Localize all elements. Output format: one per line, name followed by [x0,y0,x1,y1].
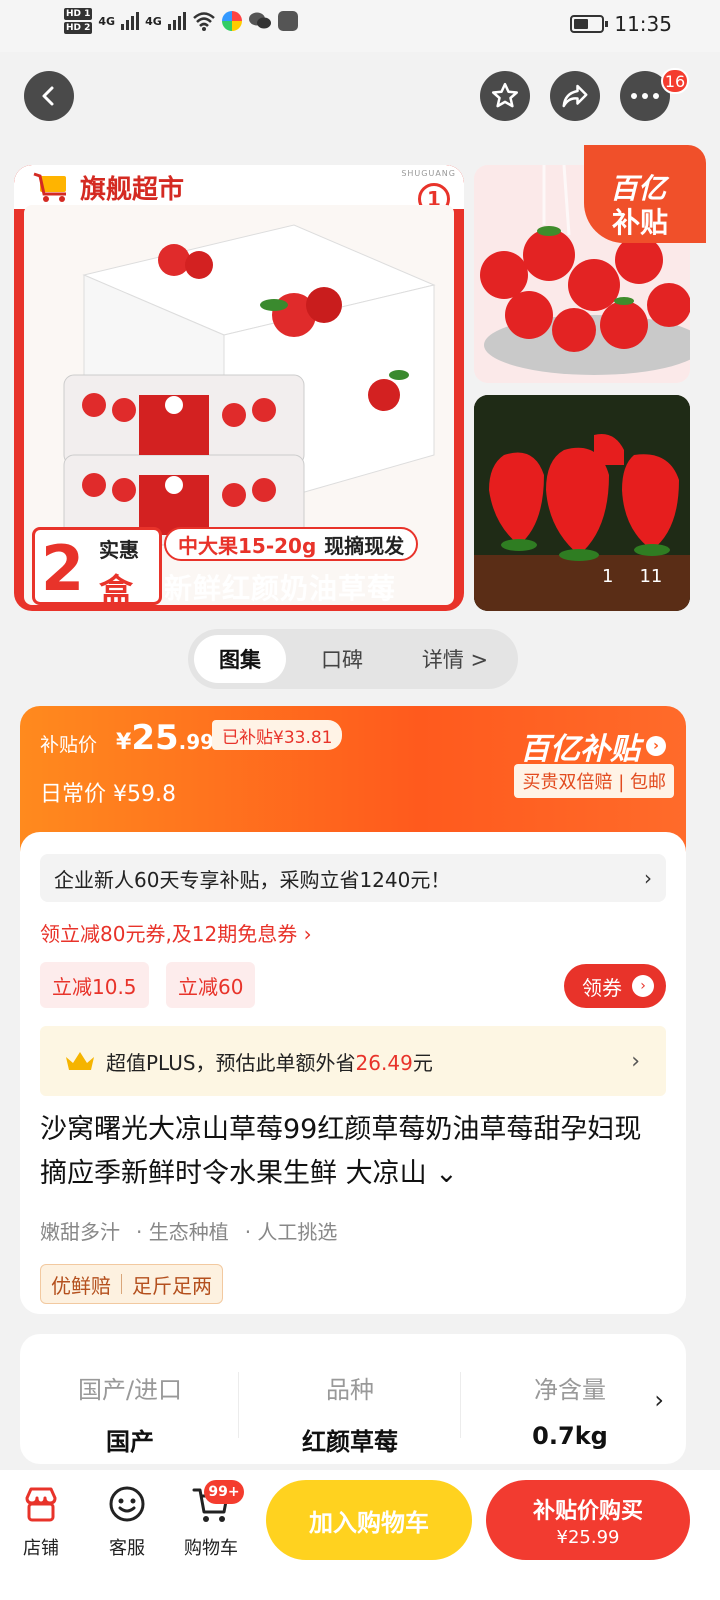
sim-indicator: HD 1 HD 2 [64,8,93,34]
subsidy-badge: 百亿 补贴 [584,145,706,243]
buy-now-button[interactable]: 补贴价购买 ¥25.99 [486,1480,690,1560]
promo-count-box: 2 实惠 盒 [32,527,162,611]
star-icon [492,82,518,108]
brand-mark: SHUGUANG [401,169,456,178]
content-tabs: 图集 口碑 详情 > [188,629,518,689]
network-type-1: 4G [98,14,116,28]
chevron-left-icon [42,86,54,106]
spec-card[interactable]: 国产/进口 国产 品种 红颜草莓 净含量 0.7kg › [20,1334,686,1464]
main-product-image[interactable]: 旗舰超市 SHUGUANG 1 2 实惠 盒 中大果15-20g 现摘现发 新鲜… [14,165,464,611]
wechat-icon [248,12,271,29]
add-to-cart-button[interactable]: 加入购物车 [266,1480,472,1560]
chat-smile-icon [107,1484,147,1524]
promo-title: 新鲜红颜奶油草莓 [164,572,397,605]
spec-origin: 国产/进口 国产 [77,1376,183,1456]
subsidy-program-link[interactable]: 百亿补贴 › [520,724,666,768]
bottom-action-bar: 店铺 客服 购物车 99+ 加入购物车 补贴价购买 ¥25.99 [0,1470,720,1600]
new-user-subsidy-row[interactable]: 企业新人60天专享补贴，采购立省1240元！ › [40,854,666,902]
cart-icon [32,172,72,202]
tab-gallery[interactable]: 图集 [194,635,286,683]
crown-icon [66,1052,94,1070]
bag-app-icon [277,11,298,31]
more-icon [631,93,659,99]
wifi-icon [192,12,215,31]
battery-icon [570,15,609,33]
image-pager: 1 11 [602,566,663,587]
chevron-right-icon[interactable]: › [654,1386,664,1414]
customer-service-button[interactable]: 客服 [92,1484,162,1560]
signal-icon [121,12,140,30]
status-bar: HD 1 HD 2 4G 4G 11:35 [0,0,720,52]
store-icon [21,1484,61,1524]
price-card: 补贴价 ¥25.99 已补贴¥33.81 日常价 ¥59.8 百亿补贴 › 买贵双… [20,706,686,1314]
app-notification-icon [221,11,242,31]
promo-size-tag: 中大果15-20g 现摘现发 [164,527,419,561]
cart-count-badge: 99+ [204,1480,244,1504]
back-button[interactable] [24,71,74,121]
claim-coupon-button[interactable]: 领券 › [564,964,666,1008]
tab-details[interactable]: 详情 > [400,635,510,683]
service-tags[interactable]: 优鲜赔 足斤足两 [40,1264,223,1304]
notification-badge: 16 [661,68,689,94]
chevron-right-icon: › [631,1048,640,1074]
chevron-right-icon: › [646,736,666,756]
subsidy-price: ¥25.99 [116,718,215,758]
plus-savings-row[interactable]: 超值PLUS，预估此单额外省26.49元 › [40,1026,666,1096]
chevron-right-icon: › [644,866,652,890]
daily-price: 日常价 ¥59.8 [40,782,176,807]
subsidy-price-label: 补贴价 [40,734,98,756]
favorite-button[interactable] [480,71,530,121]
clock: 11:35 [614,12,672,36]
chevron-right-icon: › [632,975,654,997]
spec-net-weight: 净含量 0.7kg [532,1376,608,1450]
share-button[interactable] [550,71,600,121]
network-type-2: 4G [145,14,162,28]
tab-reviews[interactable]: 口碑 [296,635,388,683]
spec-variety: 品种 红颜草莓 [302,1376,398,1456]
store-button[interactable]: 店铺 [6,1484,76,1560]
product-features: 嫩甜多汁 · 生态种植 · 人工挑选 [40,1220,338,1244]
already-subsidized-tag: 已补贴¥33.81 [212,720,343,750]
coupon-link[interactable]: 领立减80元券,及12期免息券 › [40,918,312,947]
share-icon [562,84,588,108]
guarantee-tag: 买贵双倍赔 | 包邮 [514,764,674,798]
discount-chip: 立减10.5 [40,962,149,1008]
product-title[interactable]: 沙窝曙光大凉山草莓99红颜草莓奶油草莓甜孕妇现摘应季新鲜时令水果生鲜 大凉山 ⌄ [40,1108,660,1196]
discount-chip: 立减60 [166,962,256,1008]
store-tag: 旗舰超市 [32,165,184,209]
signal-icon [167,12,186,30]
